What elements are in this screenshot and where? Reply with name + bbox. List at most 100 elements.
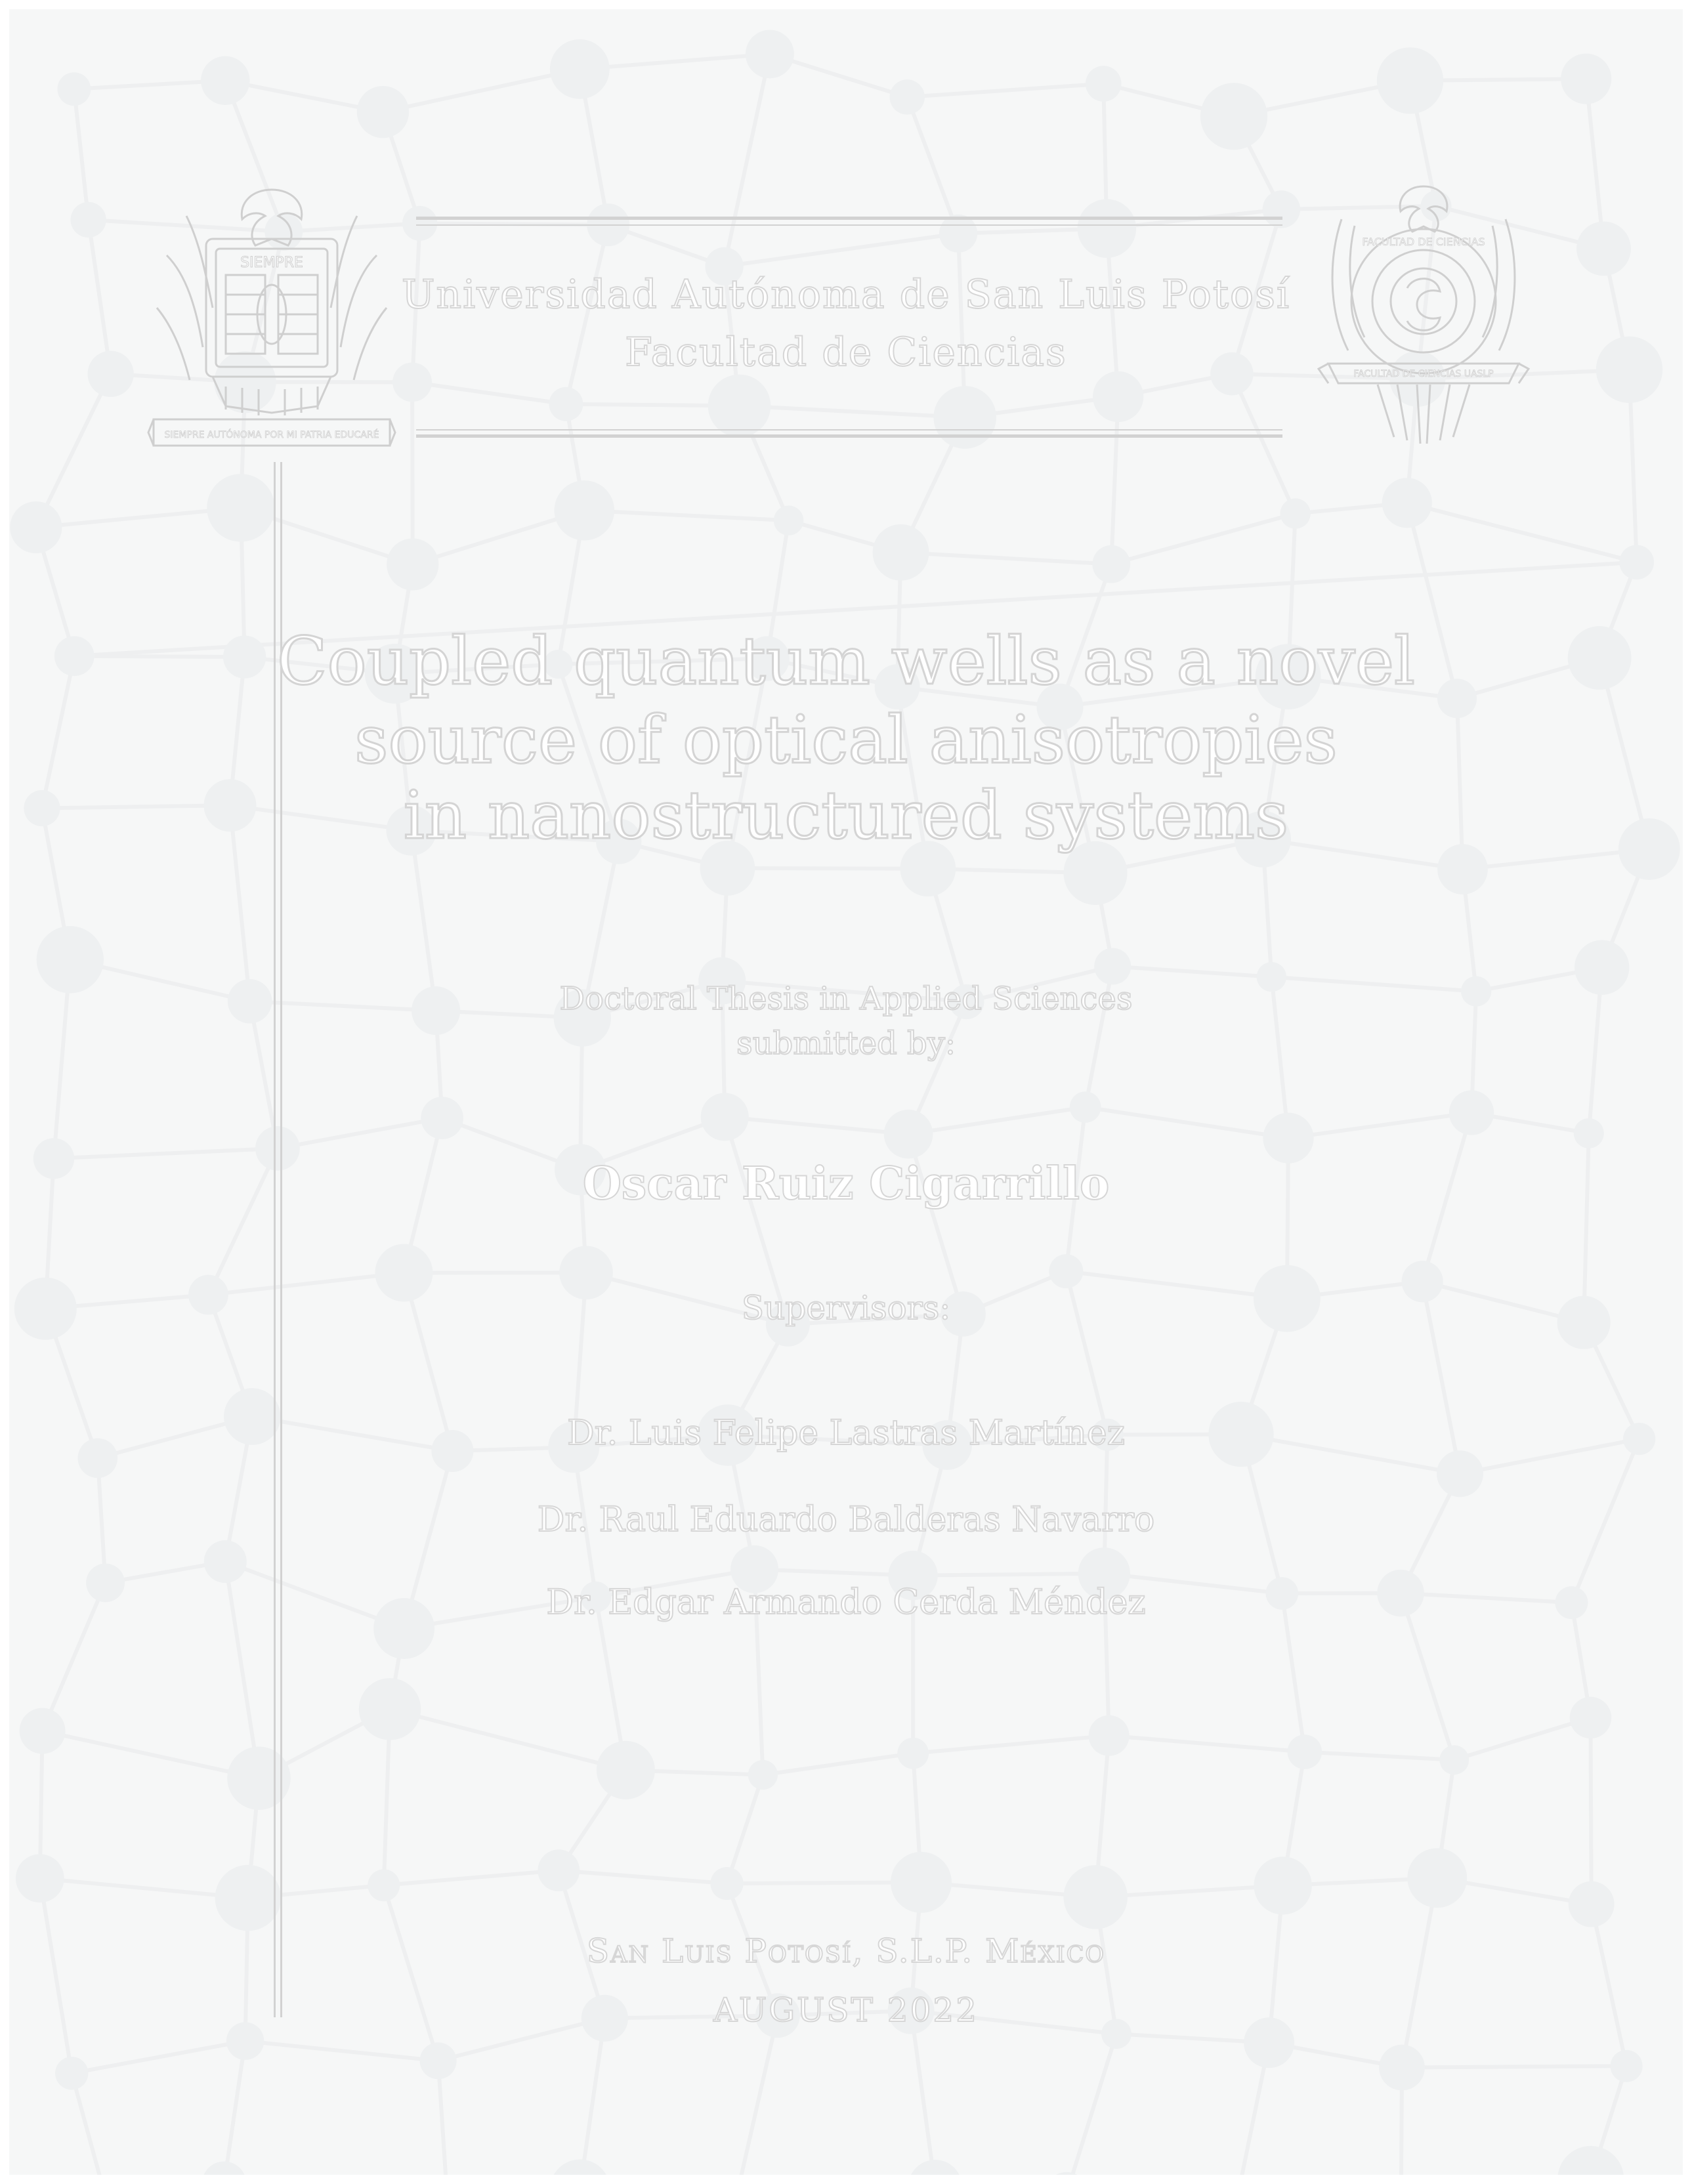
lattice-atom [1049,1254,1084,1289]
lattice-atom [748,1759,778,1790]
lattice-bond [245,2039,438,2063]
faculty-name: Facultad de Ciencias [624,329,1067,376]
lattice-atom [1407,1848,1468,1908]
lattice-atom [356,85,410,138]
lattice-atom [1439,1745,1470,1775]
lattice-atom [419,2042,457,2080]
lattice-atom [203,2161,245,2175]
lattice-atom [368,1869,400,1902]
lattice-bond [724,231,959,268]
lattice-atom [387,538,439,591]
lattice-atom [1069,1091,1101,1123]
lattice-atom [1254,1857,1312,1915]
lattice-bond [909,2010,936,2175]
lattice-atom [1088,1715,1130,1756]
lattice-atom [1382,478,1432,528]
lattice-atom [1379,2044,1425,2091]
lattice-atom [933,386,997,449]
lattice-atom [358,1678,421,1740]
author-name: Oscar Ruiz Cigarrillo [582,1157,1110,1211]
lattice-atom [421,1097,463,1139]
supervisors-label: Supervisors: [741,1288,951,1328]
lattice-atom [10,501,62,554]
lattice-bond [1589,1904,1629,2067]
lattice-bond [71,2039,246,2076]
left-seal-ribbon-text: SIEMPRE AUTÓNOMA POR MI PATRIA EDUCARÉ [165,429,379,440]
lattice-atom [883,1109,933,1159]
lattice-bond [1304,1750,1454,1762]
degree-line: Doctoral Thesis in Applied Sciences [559,980,1133,1018]
lattice-bond [762,1751,914,1777]
place-line: San Luis Potosí, S.L.P. México [586,1931,1106,1971]
lattice-atom [1262,190,1301,228]
date-line: AUGUST 2022 [713,1990,979,2030]
lattice-bond [722,53,772,267]
header-top-rule-thin [416,224,1282,226]
lattice-bond [223,2040,247,2175]
lattice-atom [911,2160,960,2175]
lattice-atom [890,1851,952,1913]
lattice-bond [724,1114,909,1137]
supervisor-name-1: Dr. Luis Felipe Lastras Martínez [566,1413,1126,1454]
lattice-bond [739,404,965,419]
lattice-bond [1112,964,1272,979]
lattice-atom [203,1540,247,1584]
lattice-bond [912,1733,1109,1755]
lattice-bond [381,1884,440,2062]
lattice-bond [1070,2033,1118,2175]
lattice-bond [739,2015,780,2175]
lattice-bond [907,81,1104,99]
lattice-bond [1085,1105,1289,1141]
header-bottom-rule-thin [416,429,1282,430]
lattice-atom [538,1849,580,1892]
lattice-atom [745,30,794,79]
lattice-atom [1449,1090,1494,1135]
lattice-atom [201,56,250,105]
lattice-bond [389,1707,627,1773]
lattice-bond [913,1571,1105,1578]
lattice-bond [37,1878,74,2074]
submitted-by-line: submitted by: [736,1024,956,1062]
lattice-bond [1288,1110,1472,1141]
lattice-atom [773,505,804,536]
supervisor-name-3: Dr. Edgar Armando Cerda Méndez [545,1582,1146,1623]
lattice-atom [872,524,929,581]
lattice-atom [1557,2146,1624,2175]
lattice-bond [41,1729,260,1780]
lattice-atom [1569,1696,1612,1739]
lattice-atom [215,1864,282,1931]
lattice-atom [1561,53,1612,104]
lattice-atom [1055,2172,1078,2175]
lattice-atom [1436,1450,1483,1498]
lattice-atom [1093,371,1144,423]
supervisor-name-2: Dr. Raul Eduardo Balderas Navarro [537,1500,1156,1540]
thesis-title-line-2: source of optical anisotropies [354,701,1339,780]
right-seal-ring-text: FACULTAD DE CIENCIAS [1362,236,1485,248]
lattice-atom [57,72,91,106]
lattice-atom [1094,948,1132,985]
lattice-atom [1573,1118,1604,1148]
lattice-bond [382,67,580,114]
lattice-atom [1092,545,1131,583]
lattice-bond [1110,511,1296,566]
header-top-rule-thick [416,217,1282,220]
lattice-bond [410,382,415,564]
lattice-bond [1453,1715,1592,1762]
lattice-bond [1588,1717,1594,1904]
thesis-title-line-3: in nanostructured systems [402,776,1290,855]
lattice-bond [580,2017,607,2175]
lattice-bond [905,96,960,234]
lattice-atom [710,1867,744,1900]
lattice-atom [596,1740,655,1799]
lattice-atom [1263,1112,1314,1164]
lattice-bond [559,1868,727,1886]
header-bottom-rule-thick [416,434,1282,438]
lattice-bond [900,550,1112,566]
lattice-atom [207,474,275,542]
lattice-bond [1230,373,1298,514]
lattice-atom [1568,1881,1615,1927]
lattice-atom [700,1093,749,1141]
lattice-bond [1109,1733,1305,1754]
lattice-atom [402,205,438,241]
lattice-bond [908,1105,1086,1137]
